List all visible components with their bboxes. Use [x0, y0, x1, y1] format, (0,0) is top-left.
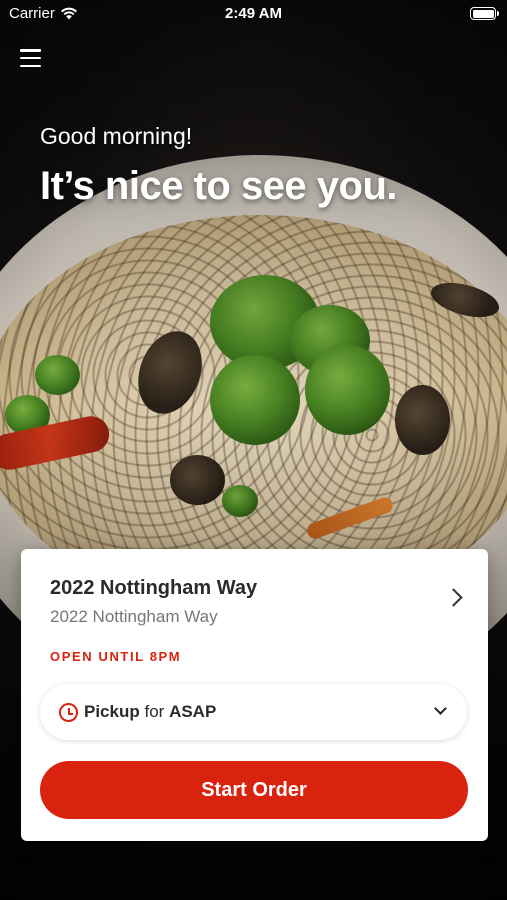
menu-bar — [20, 49, 41, 52]
location-row[interactable]: 2022 Nottingham Way 2022 Nottingham Way — [21, 549, 488, 649]
menu-bar — [20, 56, 41, 60]
battery-icon — [470, 7, 499, 20]
pickup-time: ASAP — [169, 702, 217, 721]
pickup-connector: for — [144, 702, 165, 721]
location-card: 2022 Nottingham Way 2022 Nottingham Way … — [21, 549, 488, 841]
clock-icon — [59, 703, 78, 722]
pickup-time-select[interactable]: Pickup for ASAP — [40, 684, 467, 740]
start-order-button[interactable]: Start Order — [40, 761, 468, 819]
chevron-down-icon[interactable] — [434, 702, 447, 715]
pickup-text: Pickup for ASAP — [84, 702, 216, 722]
location-address: 2022 Nottingham Way — [50, 607, 218, 626]
status-bar: Carrier 2:49 AM — [0, 0, 507, 30]
hamburger-menu-icon[interactable] — [20, 49, 41, 67]
battery-level — [472, 9, 494, 18]
greeting-text: Good morning! — [40, 123, 193, 149]
pickup-mode: Pickup — [84, 702, 140, 721]
menu-bar — [20, 64, 41, 67]
chevron-right-icon[interactable] — [444, 588, 463, 607]
hours-status: OPEN UNTIL 8PM — [50, 649, 182, 664]
location-name: 2022 Nottingham Way — [50, 577, 258, 599]
headline-text: It’s nice to see you. — [40, 164, 398, 208]
status-time: 2:49 AM — [225, 5, 282, 22]
